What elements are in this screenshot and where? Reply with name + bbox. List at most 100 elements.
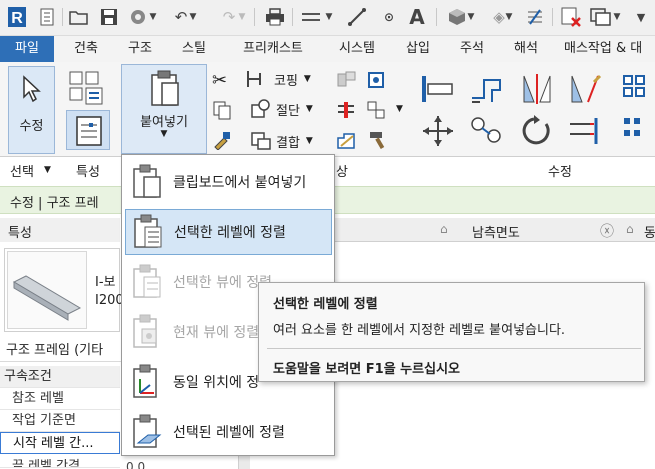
align-icon[interactable] (420, 72, 456, 110)
split-element-icon[interactable] (622, 72, 652, 110)
dimension-icon[interactable] (346, 6, 368, 28)
copy-element-icon[interactable] (468, 114, 508, 152)
chevron-down-icon[interactable]: ▼ (504, 6, 514, 28)
tab-analyze[interactable]: 해석 (502, 36, 550, 62)
panel-label-select[interactable]: 선택 (10, 161, 34, 180)
wall-profile-icon[interactable] (336, 130, 358, 154)
customize-icon[interactable]: ▼ (630, 6, 652, 28)
sync-icon[interactable] (128, 6, 150, 28)
view-tab-south-elevation[interactable]: 남측면도 (472, 222, 520, 241)
paste-button[interactable]: 붙여넣기 ▼ (121, 64, 207, 154)
section-constraints[interactable]: 구속조건 (0, 366, 120, 388)
panel-label-properties: 특성 (76, 165, 100, 180)
end-level-offset-value[interactable]: 0.0 (122, 455, 232, 469)
type-selector[interactable]: I-보 I200 (4, 248, 124, 332)
text-A-icon[interactable]: A (406, 5, 428, 29)
revit-logo-icon[interactable]: R (6, 6, 28, 28)
type-properties-icon[interactable] (66, 70, 106, 106)
move-icon[interactable] (420, 114, 456, 152)
tab-architecture[interactable]: 건축 (62, 36, 110, 62)
properties-button[interactable] (66, 110, 110, 150)
tooltip: 선택한 레벨에 정렬 여러 요소를 한 레벨에서 지정한 레벨로 붙여넣습니다.… (258, 282, 645, 382)
context-tab-label[interactable]: 수정 | 구조 프레 (10, 192, 99, 211)
close-icon[interactable]: ⓧ (600, 221, 614, 241)
array-icon[interactable] (622, 114, 652, 152)
menu-item-label: 클립보드에서 붙여넣기 (173, 175, 307, 191)
rotate-icon[interactable] (520, 114, 554, 152)
home-icon[interactable]: ⌂ (626, 222, 634, 236)
chevron-down-icon[interactable]: ▼ (324, 6, 334, 28)
3d-view-icon[interactable] (446, 6, 468, 28)
type-name-line1: I-보 (95, 275, 116, 290)
tab-massing[interactable]: 매스작업 & 대 (556, 36, 655, 62)
join-label: 결합 (276, 135, 300, 151)
tab-insert[interactable]: 삽입 (394, 36, 442, 62)
tooltip-description: 여러 요소를 한 레벨에서 지정한 레벨로 붙여넣습니다. (273, 323, 566, 338)
demolish-icon[interactable] (366, 70, 386, 94)
open-file-icon[interactable] (68, 6, 90, 28)
tab-structure[interactable]: 구조 (116, 36, 164, 62)
info-icon[interactable] (36, 6, 58, 28)
cope-button[interactable]: 코핑 ▼ (246, 68, 311, 90)
offset-icon[interactable] (468, 72, 508, 110)
measure-icon[interactable] (300, 6, 322, 28)
align-to-views-icon (130, 263, 164, 301)
chevron-down-icon[interactable]: ▼ (396, 104, 403, 114)
chevron-down-icon[interactable]: ▼ (237, 6, 247, 28)
align-to-current-view-icon (130, 313, 164, 351)
tab-precast[interactable]: 프리캐스트 (224, 36, 322, 62)
modify-button[interactable]: 수정 (8, 66, 55, 154)
tab-annotate[interactable]: 주석 (448, 36, 496, 62)
chevron-down-icon[interactable]: ▼ (44, 165, 51, 175)
tab-systems[interactable]: 시스템 (326, 36, 388, 62)
save-icon[interactable] (98, 6, 120, 28)
join-icon (251, 132, 271, 150)
trim-extend-icon[interactable] (568, 114, 606, 152)
quick-access-toolbar: R ▼ ↶ ▼ ↷ ▼ ▼ ⊙ A ▼ ◈ ▼ ▼ ▼ (0, 0, 655, 36)
chevron-down-icon[interactable]: ▼ (612, 6, 622, 28)
chevron-down-icon[interactable]: ▼ (148, 6, 158, 28)
ribbon-tabs: 파일 건축 구조 스틸 프리캐스트 시스템 삽입 주석 해석 매스작업 & 대 (0, 36, 655, 62)
mirror-draw-axis-icon[interactable] (568, 72, 602, 110)
cursor-arrow-icon (23, 75, 41, 103)
align-to-picked-level-icon (130, 413, 164, 451)
clipboard-paste-icon (130, 163, 164, 201)
join-button[interactable]: 결합 ▼ (250, 130, 313, 152)
cope-label: 코핑 (274, 73, 298, 89)
menu-item-label: 현재 뷰에 정렬 (173, 325, 260, 341)
cut-icon[interactable]: ✂ (212, 70, 234, 92)
modify-label: 수정 (19, 119, 44, 134)
paint-icon[interactable] (366, 100, 390, 124)
tab-steel[interactable]: 스틸 (170, 36, 218, 62)
tag-icon[interactable]: ⊙ (378, 6, 400, 28)
menu-item-paste-from-clipboard[interactable]: 클립보드에서 붙여넣기 (125, 159, 332, 205)
hammer-icon[interactable] (366, 130, 388, 154)
wall-joins-icon[interactable] (336, 70, 358, 94)
tab-file[interactable]: 파일 (0, 36, 54, 62)
chevron-down-icon: ▼ (305, 136, 313, 146)
match-properties-icon[interactable] (212, 130, 234, 152)
view-tab-east-elevation[interactable]: 동측 (644, 222, 655, 241)
copy-icon[interactable] (212, 100, 234, 122)
property-work-plane[interactable]: 작업 기준면 (0, 410, 120, 432)
properties-icon (76, 116, 102, 146)
close-hidden-icon[interactable] (560, 6, 582, 28)
split-face-icon[interactable] (336, 100, 358, 124)
mirror-pick-axis-icon[interactable] (520, 72, 554, 110)
property-end-level-offset[interactable]: 끝 레벨 간격 (0, 454, 120, 468)
svg-text:R: R (11, 10, 23, 27)
property-start-level-offset[interactable]: 시작 레벨 간... (0, 432, 120, 454)
switch-windows-icon[interactable] (590, 6, 612, 28)
chevron-down-icon[interactable]: ▼ (188, 6, 198, 28)
chevron-down-icon[interactable]: ▼ (466, 6, 476, 28)
align-to-levels-icon (131, 213, 165, 251)
menu-item-aligned-to-selected-levels[interactable]: 선택한 레벨에 정렬 (125, 209, 332, 255)
instance-filter-dropdown[interactable]: 구조 프레임 (기타 (0, 340, 122, 362)
thin-lines-icon[interactable] (524, 6, 546, 28)
cut-geometry-button[interactable]: 절단 ▼ (250, 98, 313, 120)
menu-item-aligned-to-picked-level[interactable]: 선택된 레벨에 정렬 (125, 409, 332, 455)
cut-geometry-icon (251, 99, 270, 118)
property-reference-level[interactable]: 참조 레벨 (0, 388, 120, 410)
print-icon[interactable] (264, 6, 286, 28)
home-icon[interactable]: ⌂ (440, 222, 448, 236)
